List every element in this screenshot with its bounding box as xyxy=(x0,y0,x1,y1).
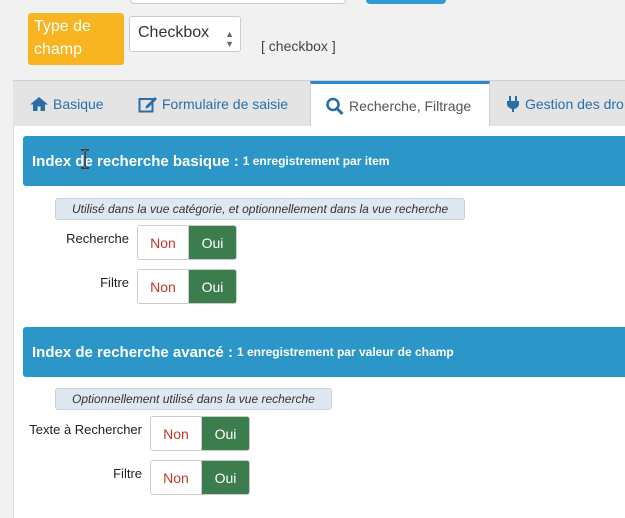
tab-formulaire[interactable]: Formulaire de saisie xyxy=(138,81,288,127)
advanced-index-header: Index de recherche avancé : 1 enregistre… xyxy=(23,327,625,377)
filtre-basic-non-button[interactable]: Non xyxy=(138,270,189,303)
filtre-advanced-oui-button[interactable]: Oui xyxy=(202,461,249,494)
advanced-index-subtitle: 1 enregistrement par valeur de champ xyxy=(236,345,454,359)
basic-index-hint: Utilisé dans la vue catégorie, et option… xyxy=(55,198,466,220)
field-type-selected: Checkbox xyxy=(138,24,210,41)
advanced-index-hint: Optionnellement utilisé dans la vue rech… xyxy=(55,388,332,410)
recherche-non-button[interactable]: Non xyxy=(138,226,189,259)
home-icon xyxy=(30,97,48,111)
filtre-advanced-toggle: Non Oui xyxy=(150,460,250,495)
recherche-oui-button[interactable]: Oui xyxy=(189,226,236,259)
chevron-down-icon: ▲ ▼ xyxy=(225,29,234,49)
advanced-index-title: Index de recherche avancé : xyxy=(32,343,233,361)
tab-gestion-droits[interactable]: Gestion des dro xyxy=(505,81,624,127)
field-type-code: [ checkbox ] xyxy=(261,38,336,54)
row-label-filtre-advanced: Filtre xyxy=(113,466,142,481)
field-type-label: Type de champ xyxy=(28,13,124,65)
row-label-recherche: Recherche xyxy=(66,231,129,246)
tab-label: Recherche, Filtrage xyxy=(349,98,472,114)
top-button-stub xyxy=(366,0,446,4)
row-label-filtre: Filtre xyxy=(100,275,129,290)
top-input-stub xyxy=(130,0,346,4)
tab-bar: Basique Formulaire de saisie Recherche, … xyxy=(13,80,625,128)
recherche-toggle: Non Oui xyxy=(137,225,237,260)
plug-icon xyxy=(507,96,519,112)
texte-oui-button[interactable]: Oui xyxy=(202,417,249,450)
tab-recherche-filtrage[interactable]: Recherche, Filtrage xyxy=(310,81,490,128)
tab-label: Formulaire de saisie xyxy=(162,96,289,112)
texte-non-button[interactable]: Non xyxy=(151,417,202,450)
filtre-basic-toggle: Non Oui xyxy=(137,269,237,304)
filtre-advanced-non-button[interactable]: Non xyxy=(151,461,202,494)
basic-index-header: Index de recherche basique : 1 enregistr… xyxy=(23,136,625,186)
edit-icon xyxy=(138,97,157,113)
texte-toggle: Non Oui xyxy=(150,416,250,451)
search-icon xyxy=(326,97,344,115)
basic-index-title: Index de recherche basique : xyxy=(32,152,239,170)
field-type-select[interactable]: Checkbox ▲ ▼ xyxy=(129,16,241,52)
tab-label: Gestion des dro xyxy=(525,96,624,112)
basic-index-subtitle: 1 enregistrement par item xyxy=(242,154,390,168)
row-label-texte-a-rechercher: Texte à Rechercher xyxy=(29,422,142,437)
tab-label: Basique xyxy=(53,96,104,112)
text-cursor-icon xyxy=(81,149,89,169)
filtre-basic-oui-button[interactable]: Oui xyxy=(189,270,236,303)
tab-basique[interactable]: Basique xyxy=(29,81,104,127)
